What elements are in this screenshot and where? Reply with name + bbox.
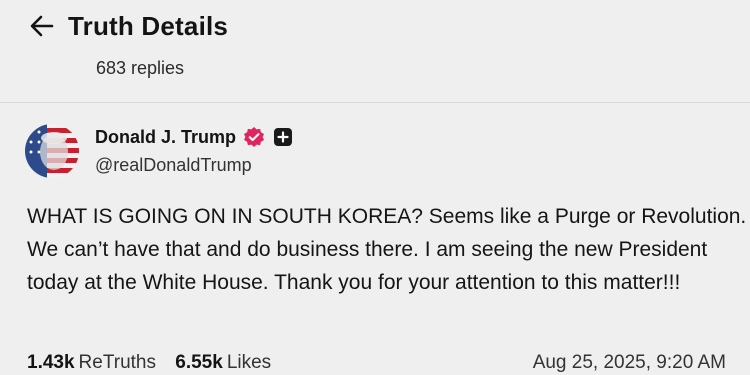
likes-label: Likes (226, 352, 272, 373)
back-button[interactable] (28, 12, 56, 40)
likes-stat[interactable]: 6.55k Likes (175, 352, 271, 374)
arrow-left-icon (30, 15, 54, 37)
verified-badge-icon (244, 127, 265, 147)
likes-count: 6.55k (175, 352, 223, 373)
divider (0, 102, 750, 103)
author-row: Donald J. Trump (95, 126, 293, 148)
retruths-stat[interactable]: 1.43k ReTruths (27, 352, 156, 374)
avatar[interactable] (25, 124, 79, 178)
author-name[interactable]: Donald J. Trump (95, 127, 236, 148)
plus-icon (277, 131, 289, 143)
author-handle[interactable]: @realDonaldTrump (95, 155, 252, 176)
post-timestamp: Aug 25, 2025, 9:20 AM (532, 352, 726, 373)
replies-count: 683 replies (96, 58, 185, 78)
page-title: Truth Details (68, 11, 229, 41)
follow-button[interactable] (274, 128, 293, 146)
retruths-label: ReTruths (78, 352, 156, 373)
retruths-count: 1.43k (27, 352, 75, 373)
post-stats: 1.43k ReTruths 6.55k Likes (27, 352, 271, 374)
post-text: WHAT IS GOING ON IN SOUTH KOREA? Seems l… (27, 205, 747, 294)
